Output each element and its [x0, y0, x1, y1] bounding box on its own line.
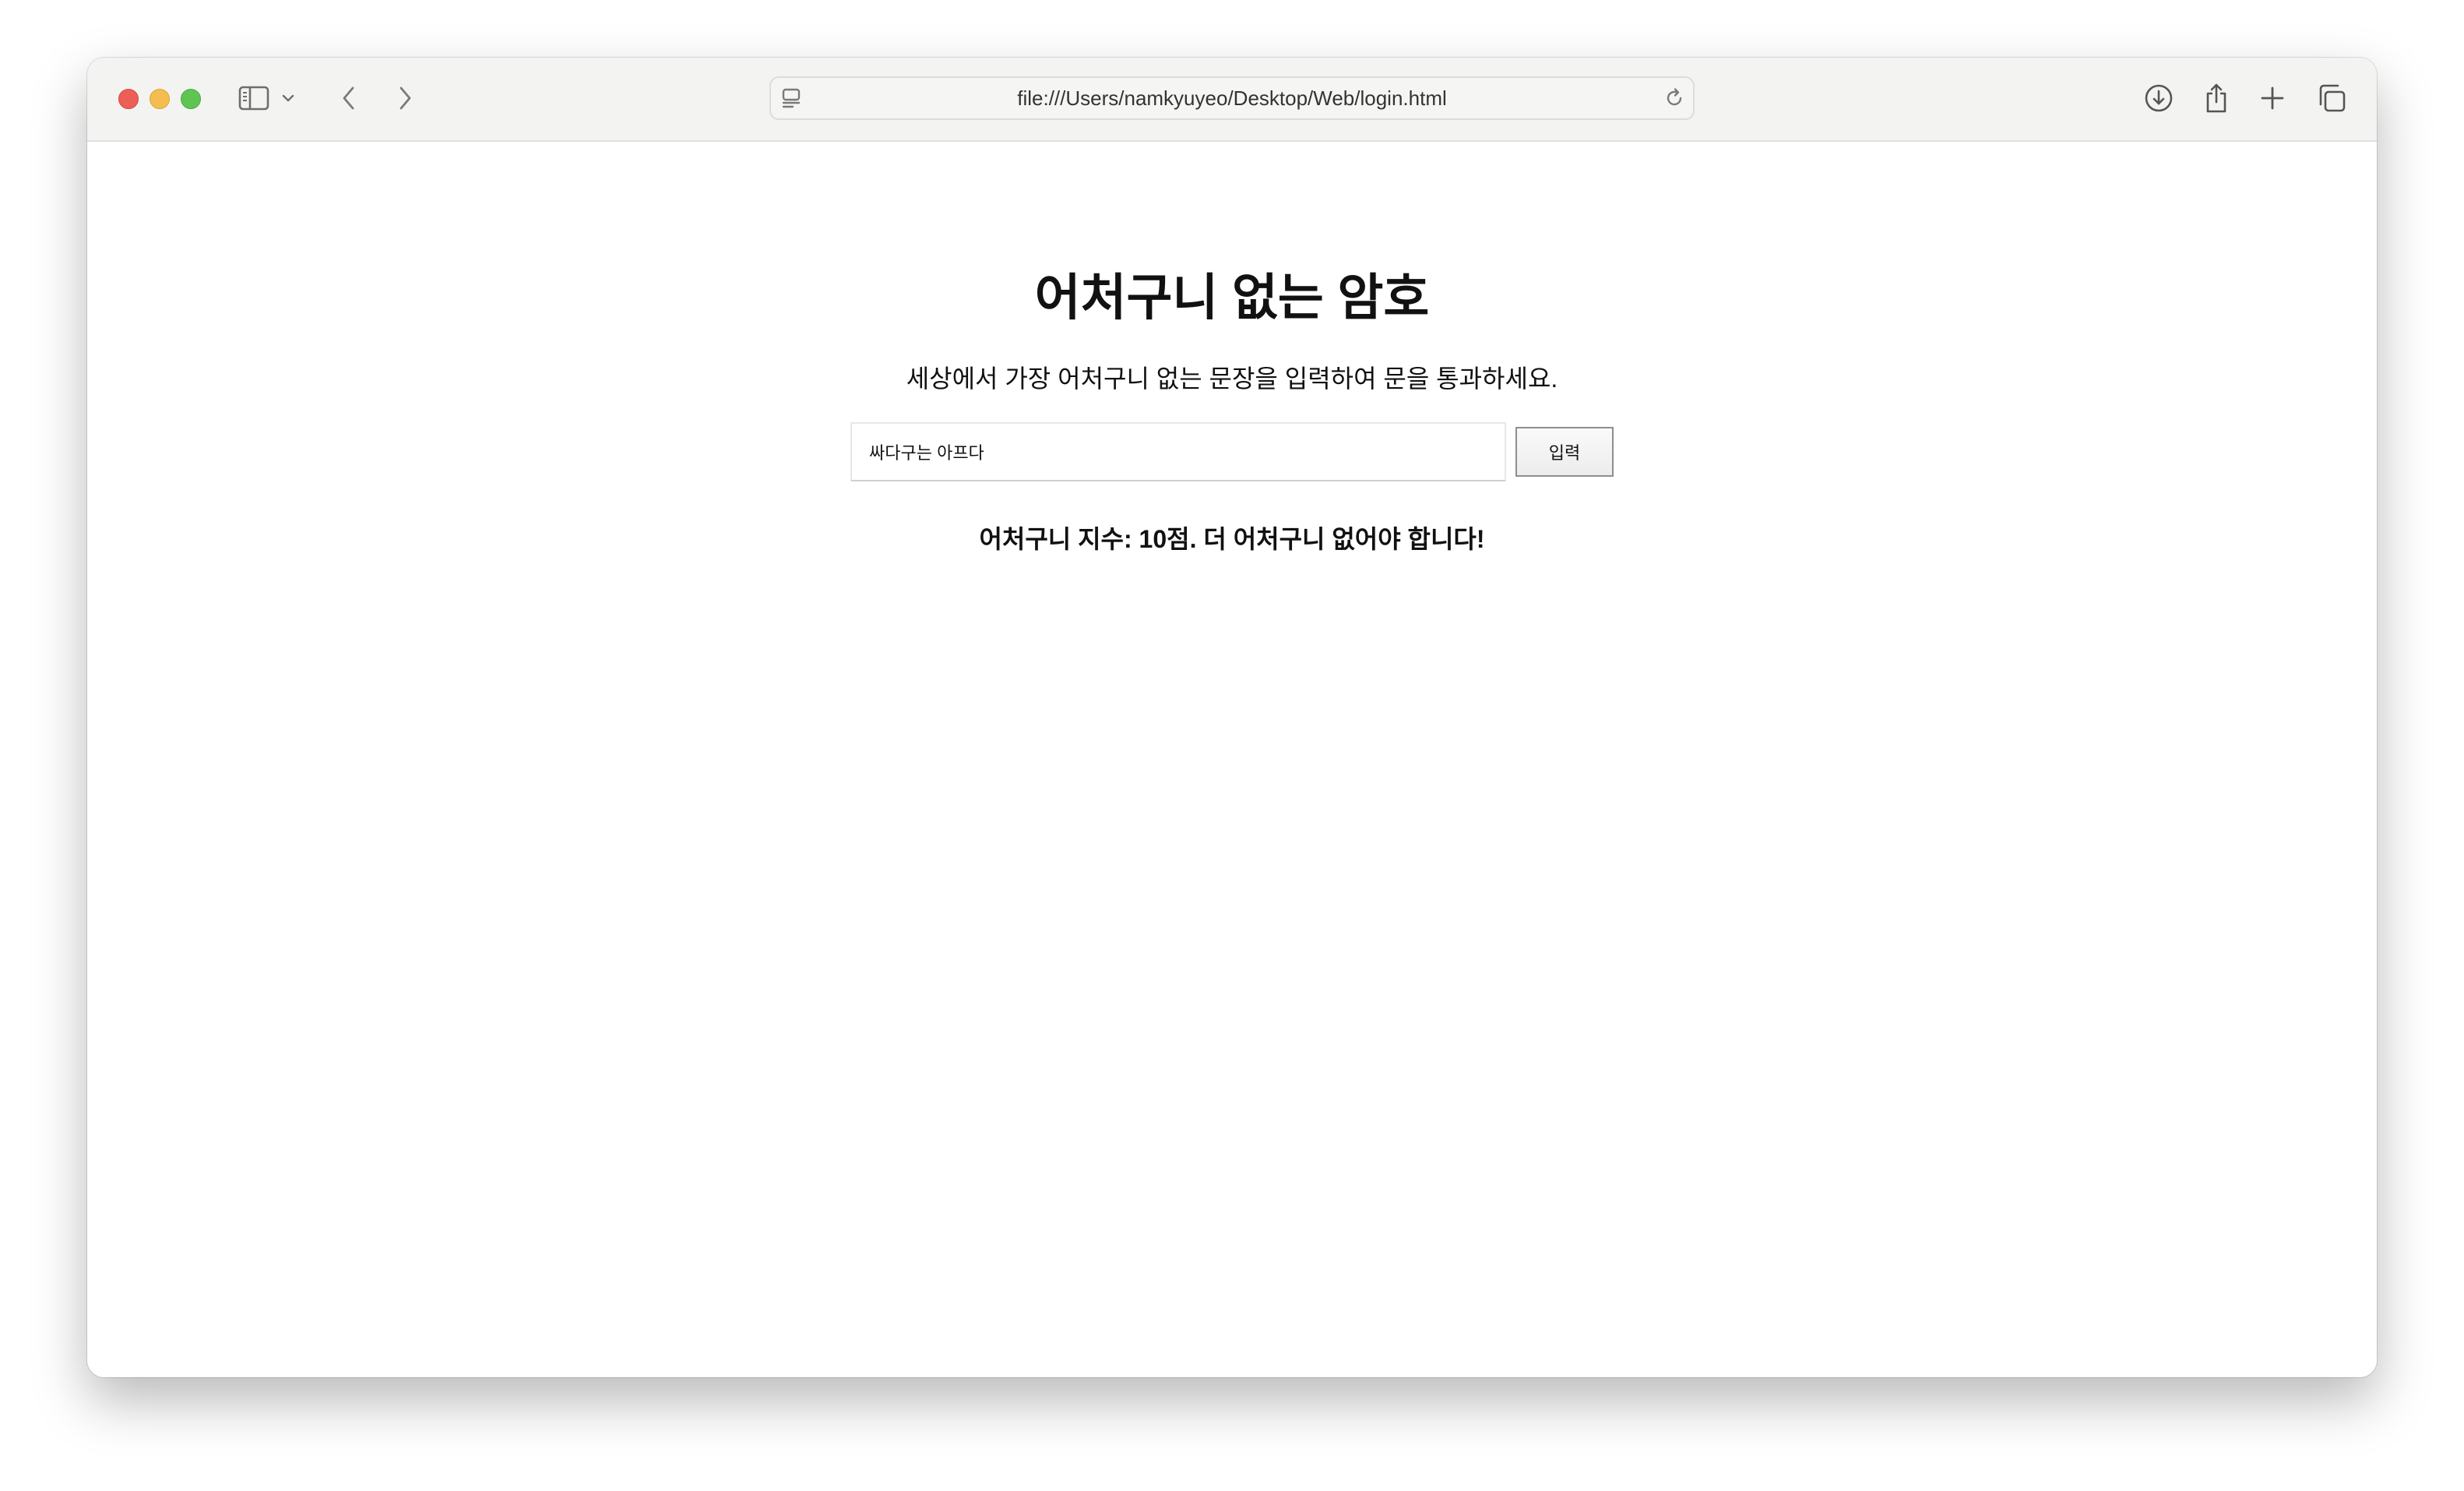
submit-button[interactable]: 입력 [1515, 427, 1614, 477]
browser-toolbar: file:///Users/namkyuyeo/Desktop/Web/logi… [87, 58, 2377, 142]
chevron-left-icon[interactable] [330, 79, 368, 117]
plus-icon[interactable] [2254, 79, 2291, 117]
url-text[interactable]: file:///Users/namkyuyeo/Desktop/Web/logi… [771, 78, 1693, 118]
zoom-window-button[interactable] [181, 89, 201, 109]
address-bar[interactable]: file:///Users/namkyuyeo/Desktop/Web/logi… [769, 76, 1695, 120]
page-title: 어처구니 없는 암호 [1034, 270, 1430, 326]
browser-window: file:///Users/namkyuyeo/Desktop/Web/logi… [87, 58, 2377, 1377]
share-icon[interactable] [2198, 79, 2235, 117]
minimize-window-button[interactable] [150, 89, 170, 109]
download-icon[interactable] [2140, 79, 2177, 117]
chevron-down-icon[interactable] [274, 79, 302, 117]
close-window-button[interactable] [118, 89, 139, 109]
tabs-icon[interactable] [2313, 79, 2350, 117]
page-content: 어처구니 없는 암호 세상에서 가장 어처구니 없는 문장을 입력하여 문을 통… [87, 142, 2377, 1377]
reload-icon[interactable] [1663, 87, 1685, 109]
password-input[interactable] [850, 422, 1506, 481]
chevron-right-icon[interactable] [386, 79, 424, 117]
result-message: 어처구니 지수: 10점. 더 어처구니 없어야 합니다! [979, 525, 1485, 553]
page-subtitle: 세상에서 가장 어처구니 없는 문장을 입력하여 문을 통과하세요. [906, 365, 1558, 393]
sidebar-icon[interactable] [235, 79, 273, 117]
